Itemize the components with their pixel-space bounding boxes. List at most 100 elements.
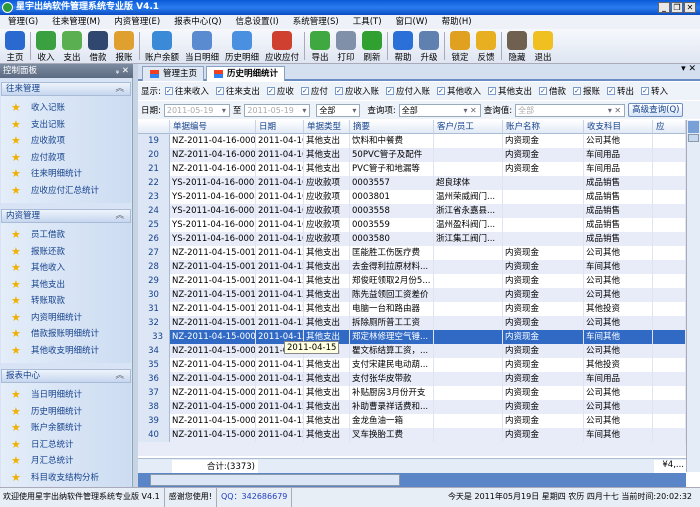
column-header[interactable]: 日期 [256, 120, 304, 134]
sidebar-item[interactable]: ★ 应付款项 [1, 150, 131, 167]
restore-button[interactable]: ❐ [671, 2, 683, 13]
table-row[interactable]: 37 NZ-2011-04-15-0005 2011-04-15 其他支出 补贴厨房3月… [138, 386, 686, 400]
sidebar-section-header[interactable]: 报表中心 ︽ [1, 369, 131, 383]
toolbar-button-lock[interactable]: 锁定 [447, 29, 473, 63]
toolbar-button-expense[interactable]: 支出 [59, 29, 85, 63]
filter-checkbox[interactable]: ✓ 应收入账 [334, 85, 379, 97]
filter-checkbox[interactable]: ✓ 往来收入 [164, 85, 209, 97]
clear-dropdown-icon[interactable]: ▾ ✕ [464, 105, 477, 116]
menu-item[interactable]: 系统管理(S) [293, 15, 339, 29]
close-button[interactable]: ✕ [684, 2, 696, 13]
query-item-select[interactable]: 全部 ▾ ✕ [398, 103, 481, 117]
sidebar-item[interactable]: ★ 报账还款 [1, 244, 131, 261]
toolbar-button-home[interactable]: 主页 [2, 29, 28, 63]
table-row[interactable]: 23 YS-2011-04-16-0004 2011-04-16 应收款项 000380… [138, 190, 686, 204]
clear-dropdown-icon[interactable]: ▾ ✕ [608, 105, 621, 116]
date-to-input[interactable]: 2011-05-19 ▾ [244, 103, 311, 117]
sidebar-item[interactable]: ★ 当日明细统计 [1, 387, 131, 404]
table-row[interactable]: 39 NZ-2011-04-15-0003 2011-04-15 其他支出 金龙鱼油一箱… [138, 414, 686, 428]
column-header[interactable]: 客户/员工 [434, 120, 503, 134]
toolbar-button-borrow[interactable]: 借款 [85, 29, 111, 63]
qq-link[interactable]: QQ：342686679 [221, 488, 293, 507]
menu-item[interactable]: 往来管理(M) [52, 15, 100, 29]
scroll-thumb[interactable] [150, 474, 400, 486]
filter-checkbox[interactable]: ✓ 应付 [300, 85, 328, 97]
menu-item[interactable]: 内资管理(E) [114, 15, 160, 29]
toolbar-button-export[interactable]: 导出 [307, 29, 333, 63]
column-header[interactable]: 单据编号 [170, 120, 256, 134]
checkbox-checked-icon[interactable]: ✓ [385, 87, 394, 95]
sidebar-item[interactable]: ★ 历史明细统计 [1, 404, 131, 421]
collapse-icon[interactable]: ︽ [115, 210, 124, 222]
filter-checkbox[interactable]: ✓ 转出 [607, 85, 634, 97]
collapse-icon[interactable]: ︽ [115, 83, 124, 95]
sidebar-item[interactable]: ★ 其他收支明细统计 [1, 343, 131, 360]
table-row[interactable]: 26 YS-2011-04-16-0001 2011-04-16 应收款项 000358… [138, 232, 686, 246]
filter-checkbox[interactable]: ✓ 借款 [539, 85, 566, 97]
column-header[interactable] [138, 120, 170, 134]
sidebar-item[interactable]: ★ 应收应付汇总统计 [1, 183, 131, 200]
menu-item[interactable]: 信息设置(I) [236, 15, 279, 29]
menu-item[interactable]: 工具(T) [353, 15, 382, 29]
table-row[interactable]: 28 NZ-2011-04-15-0014 2011-04-15 其他支出 去金得利拉原… [138, 260, 686, 274]
toolbar-button-feedback[interactable]: 反馈 [473, 29, 499, 63]
table-row[interactable]: 36 NZ-2011-04-15-0006 2011-04-15 其他支出 支付张华皮带… [138, 372, 686, 386]
filter-checkbox[interactable]: ✓ 转入 [641, 85, 668, 97]
table-row[interactable]: 32 NZ-2011-04-15-0010 2011-04-15 其他支出 拆除厕所普工… [138, 316, 686, 330]
toolbar-button-reimburse[interactable]: 报账 [111, 29, 137, 63]
table-row[interactable]: 19 NZ-2011-04-16-0003 2011-04-16 其他支出 饮料和中餐费… [138, 134, 686, 148]
sidebar-item[interactable]: ★ 往来明细统计 [1, 166, 131, 183]
sidebar-item[interactable]: ★ 内资明细统计 [1, 310, 131, 327]
checkbox-checked-icon[interactable]: ✓ [266, 87, 275, 95]
column-header[interactable]: 单据类型 [304, 120, 350, 134]
toolbar-button-calendar[interactable]: 当日明细 [182, 29, 222, 63]
sidebar-section-header[interactable]: 内资管理 ︽ [1, 209, 131, 223]
checkbox-checked-icon[interactable]: ✓ [334, 87, 343, 95]
column-header[interactable]: 摘要 [350, 120, 434, 134]
table-row[interactable]: 21 NZ-2011-04-16-0001 2011-04-16 其他支出 PVC管子和… [138, 162, 686, 176]
range-select[interactable]: 全部 ▾ [316, 103, 361, 117]
table-row[interactable]: 22 YS-2011-04-16-0005 2011-04-16 应收款项 000355… [138, 176, 686, 190]
checkbox-checked-icon[interactable]: ✓ [215, 87, 224, 95]
toolbar-button-print[interactable]: 打印 [333, 29, 359, 63]
scroll-up-icon[interactable] [688, 121, 699, 133]
minimize-button[interactable]: _ [658, 2, 670, 13]
checkbox-checked-icon[interactable]: ✓ [607, 87, 616, 95]
tab-home[interactable]: 管理主页 [142, 66, 205, 81]
menu-item[interactable]: 管理(G) [8, 15, 38, 29]
toolbar-button-upgrade[interactable]: 升级 [416, 29, 442, 63]
table-row[interactable]: 27 NZ-2011-04-15-0015 2011-04-15 其他支出 匡能胜工伤医… [138, 246, 686, 260]
table-row[interactable]: 35 NZ-2011-04-15-0007 2011-04-15 其他支出 支付宋建民电… [138, 358, 686, 372]
sidebar-item[interactable]: ★ 应收款项 [1, 133, 131, 150]
filter-checkbox[interactable]: ✓ 其他支出 [487, 85, 532, 97]
sidebar-item[interactable]: ★ 员工借款 [1, 227, 131, 244]
toolbar-button-help[interactable]: 帮助 [390, 29, 416, 63]
scroll-thumb[interactable] [688, 134, 699, 142]
filter-checkbox[interactable]: ✓ 应收 [266, 85, 294, 97]
menu-item[interactable]: 帮助(H) [442, 15, 472, 29]
column-header[interactable]: 账户名称 [503, 120, 584, 134]
sidebar-item[interactable]: ★ 月汇总统计 [1, 453, 131, 470]
table-row[interactable]: 38 NZ-2011-04-15-0004 2011-04-15 其他支出 补助曹录祥话… [138, 400, 686, 414]
toolbar-button-receivable[interactable]: 应收应付 [262, 29, 302, 63]
sidebar-item[interactable]: ★ 收入记账 [1, 100, 131, 117]
collapse-icon[interactable]: ︽ [115, 370, 124, 382]
menu-item[interactable]: 报表中心(Q) [174, 15, 221, 29]
filter-checkbox[interactable]: ✓ 应付入账 [385, 85, 430, 97]
sidebar-item[interactable]: ★ 日汇总统计 [1, 437, 131, 454]
tab-close-controls[interactable]: ▾ ✕ [681, 64, 696, 74]
column-header[interactable]: 应 [653, 120, 686, 134]
table-row[interactable]: 24 YS-2011-04-16-0003 2011-04-16 应收款项 000355… [138, 204, 686, 218]
table-row[interactable]: 33 NZ-2011-04-15-0009 2011-04-15 其他支出 郑定林修理空… [138, 330, 686, 344]
sidebar-item[interactable]: ★ 借款报账明细统计 [1, 326, 131, 343]
checkbox-checked-icon[interactable]: ✓ [436, 87, 445, 95]
menu-item[interactable]: 窗口(W) [396, 15, 428, 29]
table-row[interactable]: 25 YS-2011-04-16-0002 2011-04-16 应收款项 000355… [138, 218, 686, 232]
sidebar-section-header[interactable]: 往来管理 ︽ [1, 82, 131, 96]
table-row[interactable]: 20 NZ-2011-04-16-0002 2011-04-16 其他支出 50PVC管… [138, 148, 686, 162]
checkbox-checked-icon[interactable]: ✓ [300, 87, 309, 95]
sidebar-item[interactable]: ★ 转账取款 [1, 293, 131, 310]
table-row[interactable]: 31 NZ-2011-04-15-0011 2011-04-15 其他支出 电脑一台和路… [138, 302, 686, 316]
sidebar-item[interactable]: ★ 其他收入 [1, 260, 131, 277]
vertical-scrollbar[interactable] [686, 120, 700, 472]
